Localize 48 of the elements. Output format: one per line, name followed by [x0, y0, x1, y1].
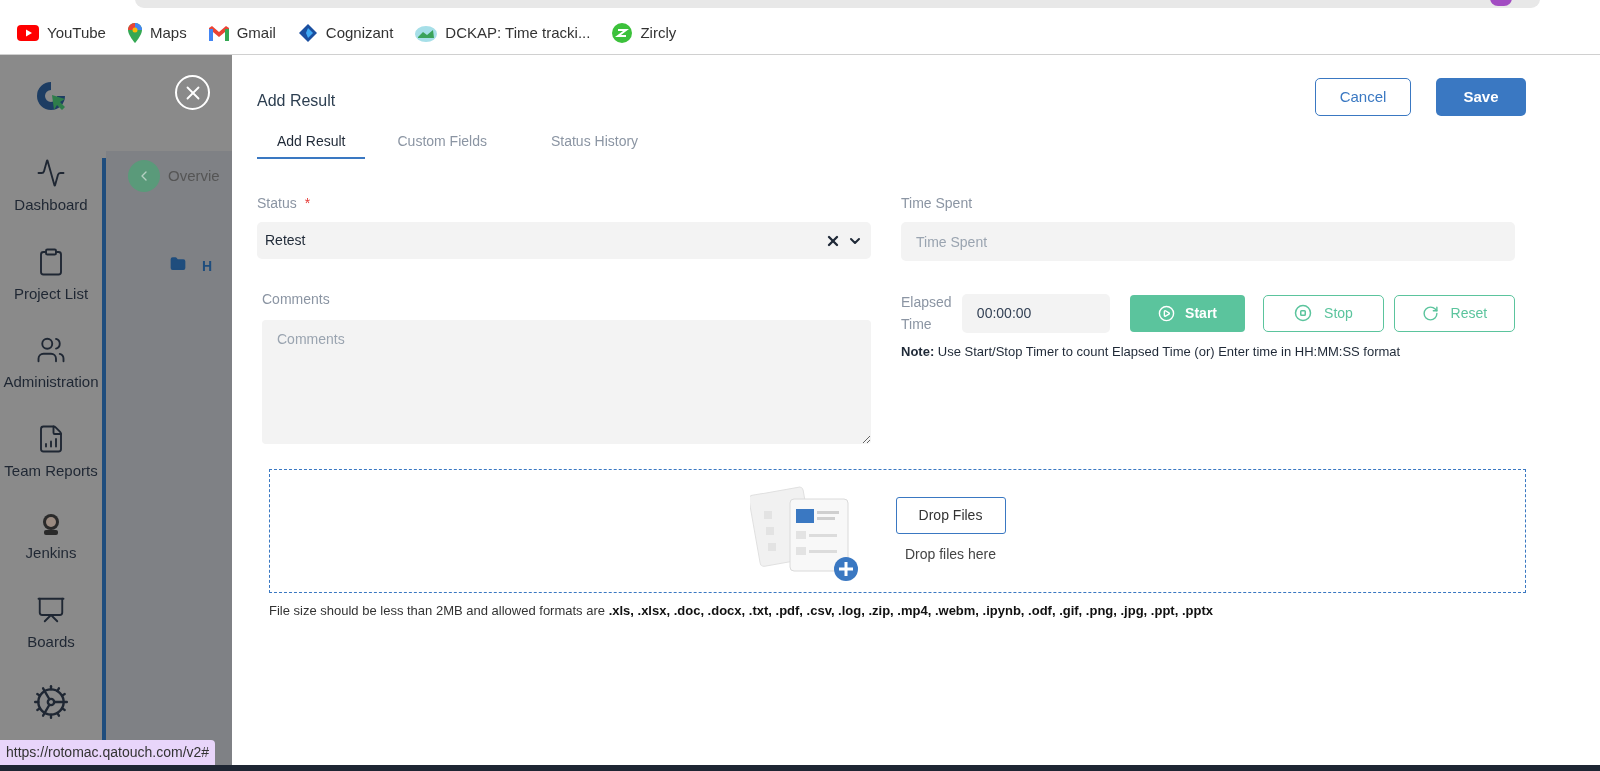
- cancel-button[interactable]: Cancel: [1315, 78, 1411, 116]
- folder-icon: [170, 256, 186, 272]
- play-icon: [1158, 304, 1176, 322]
- diamond-logo-icon: [297, 23, 318, 44]
- settings-icon[interactable]: [32, 683, 70, 721]
- drop-files-button[interactable]: Drop Files: [895, 497, 1006, 534]
- nav-label[interactable]: Administration: [3, 371, 99, 394]
- drop-hint: Drop files here: [904, 545, 996, 564]
- bookmark-link[interactable]: Cognizant: [325, 22, 394, 45]
- bookmark-link[interactable]: YouTube: [47, 22, 106, 45]
- map-pin-icon: [127, 23, 142, 44]
- timer-note: Note: Use Start/Stop Timer to count Elapsed Time (or) Enter time in HH:MM:SS format: [901, 343, 1402, 361]
- bookmark-link[interactable]: Zircly: [640, 22, 677, 45]
- status-select[interactable]: Retest: [257, 222, 871, 259]
- users-icon[interactable]: [36, 335, 66, 365]
- cloud-chart-icon: [415, 24, 438, 43]
- required-mark: *: [304, 194, 311, 213]
- file-drop-zone[interactable]: Drop Files Drop files here: [269, 469, 1526, 593]
- bookmark-link[interactable]: DCKAP: Time tracki...: [445, 22, 591, 45]
- nav-label[interactable]: Jenkins: [25, 542, 77, 565]
- drawer-title: Add Result: [257, 91, 337, 111]
- elapsed-time-field[interactable]: 00:00:00: [961, 293, 1110, 333]
- time-spent-field[interactable]: Time Spent: [901, 222, 1515, 261]
- circle-logo-icon: [612, 23, 633, 44]
- nav-label[interactable]: Project List: [13, 282, 89, 305]
- field-label: Elapsed Time: [901, 293, 952, 334]
- logo-icon[interactable]: [35, 80, 67, 112]
- file-format-note: File size should be less than 2MB and allowed formats are .xls, .xlsx, .doc, .docx, .txt, .pdf, .csv, .log, .zip, .mp4, .webm, .ipynb, .odf, .gif, .png, .jpg, .ppt, .pptx: [269, 602, 1214, 620]
- bookmark-link[interactable]: Gmail: [236, 22, 276, 45]
- mail-icon: [208, 25, 229, 41]
- field-label: Comments: [262, 290, 331, 309]
- close-button[interactable]: [175, 75, 210, 110]
- tab[interactable]: Custom Fields: [365, 125, 519, 159]
- nav-label[interactable]: Team Reports: [4, 459, 98, 482]
- video-play-icon: [17, 25, 39, 42]
- tab[interactable]: Status History: [518, 125, 671, 159]
- comments-field[interactable]: Comments: [262, 320, 871, 444]
- nav-label[interactable]: Boards: [27, 630, 75, 653]
- save-button[interactable]: Save: [1436, 78, 1526, 116]
- status-url: https://rotomac.qatouch.com/v2#: [6, 743, 210, 762]
- stop-icon: [1294, 304, 1313, 322]
- field-label: Time Spent: [901, 194, 974, 213]
- refresh-icon: [1421, 304, 1439, 322]
- pulse-icon[interactable]: [36, 158, 66, 188]
- bookmark-link[interactable]: Maps: [149, 22, 187, 45]
- field-label: Status: [257, 194, 297, 213]
- nav-label[interactable]: Dashboard: [14, 194, 88, 217]
- tab[interactable]: Add Result: [257, 125, 366, 159]
